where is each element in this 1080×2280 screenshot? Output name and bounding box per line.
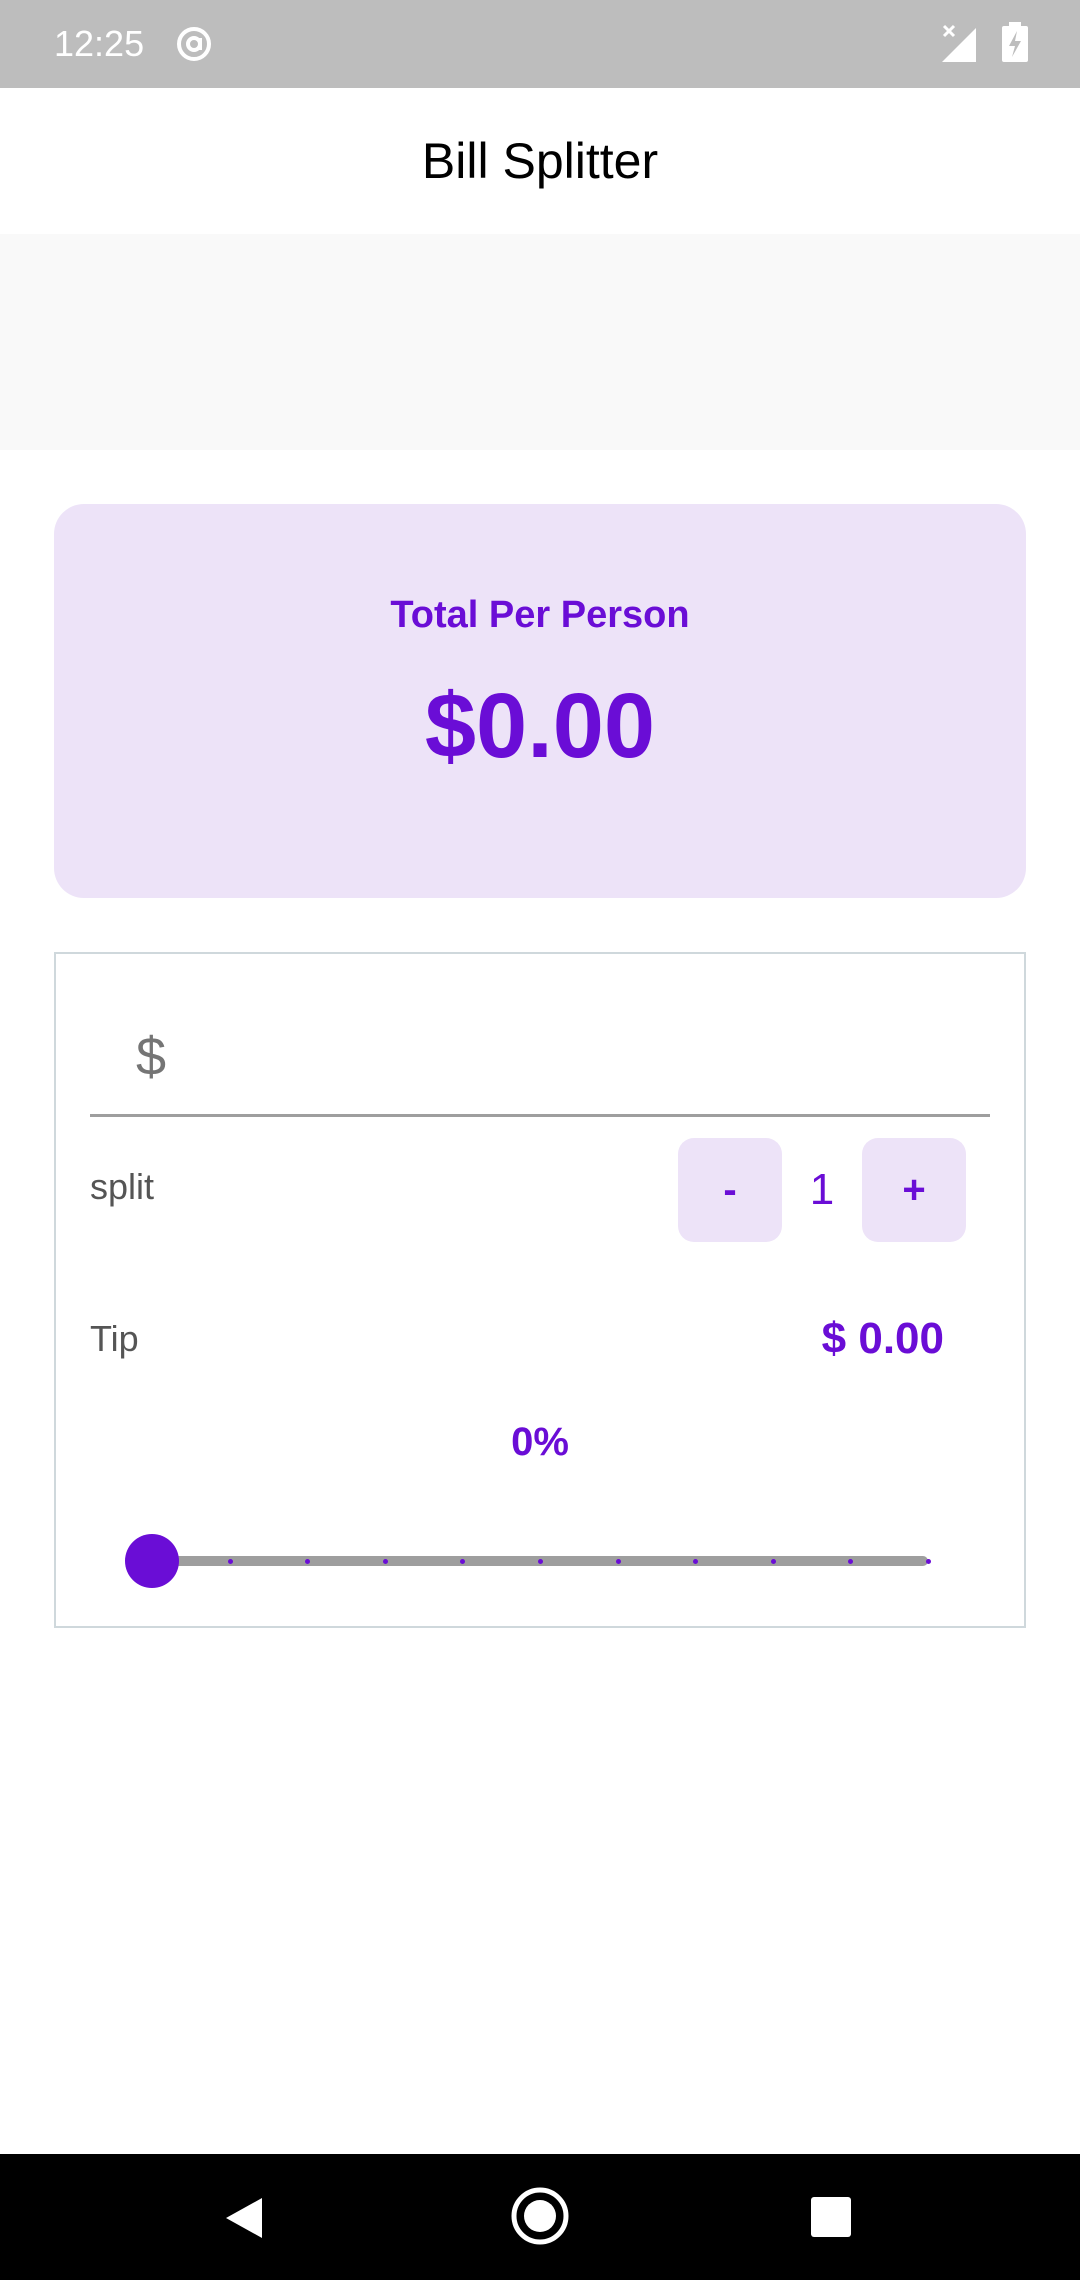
slider-tick <box>382 1559 388 1564</box>
total-per-person-label: Total Per Person <box>390 594 690 636</box>
slider-tick <box>615 1559 621 1564</box>
tip-amount: $ 0.00 <box>821 1314 944 1363</box>
status-bar: 12:25 <box>0 0 1080 88</box>
bill-amount-input[interactable] <box>200 1020 984 1102</box>
status-time: 12:25 <box>54 23 145 64</box>
slider-tick <box>926 1559 931 1564</box>
slider-tick <box>227 1559 233 1564</box>
app-bar: Bill Splitter <box>0 88 1080 234</box>
page-title: Bill Splitter <box>421 133 659 189</box>
split-count: 1 <box>809 1165 835 1214</box>
bill-amount-field[interactable]: $ <box>90 1014 990 1117</box>
battery-charging-icon <box>1000 22 1030 69</box>
tip-percent-slider[interactable] <box>125 1530 931 1590</box>
tip-label: Tip <box>90 1318 139 1359</box>
split-increment-button[interactable]: + <box>862 1138 966 1242</box>
at-sign-icon <box>174 24 214 69</box>
total-per-person-card: Total Per Person $0.00 <box>54 504 1026 898</box>
back-icon[interactable] <box>222 2194 266 2247</box>
total-per-person-amount: $0.00 <box>424 675 656 777</box>
slider-tick <box>770 1559 776 1564</box>
recents-icon[interactable] <box>810 2196 852 2243</box>
ad-placeholder-area <box>0 234 1080 450</box>
home-icon[interactable] <box>510 2186 570 2251</box>
split-decrement-button[interactable]: - <box>678 1138 782 1242</box>
system-nav-bar <box>0 2154 1080 2280</box>
signal-off-icon <box>940 24 980 69</box>
slider-thumb[interactable] <box>125 1534 179 1588</box>
bill-form: $ split - 1 + Tip $ 0.00 0% <box>54 952 1026 1628</box>
currency-prefix: $ <box>136 1027 167 1087</box>
tip-percent-label: 0% <box>511 1420 569 1464</box>
split-label: split <box>90 1166 155 1207</box>
slider-tick <box>538 1559 543 1564</box>
